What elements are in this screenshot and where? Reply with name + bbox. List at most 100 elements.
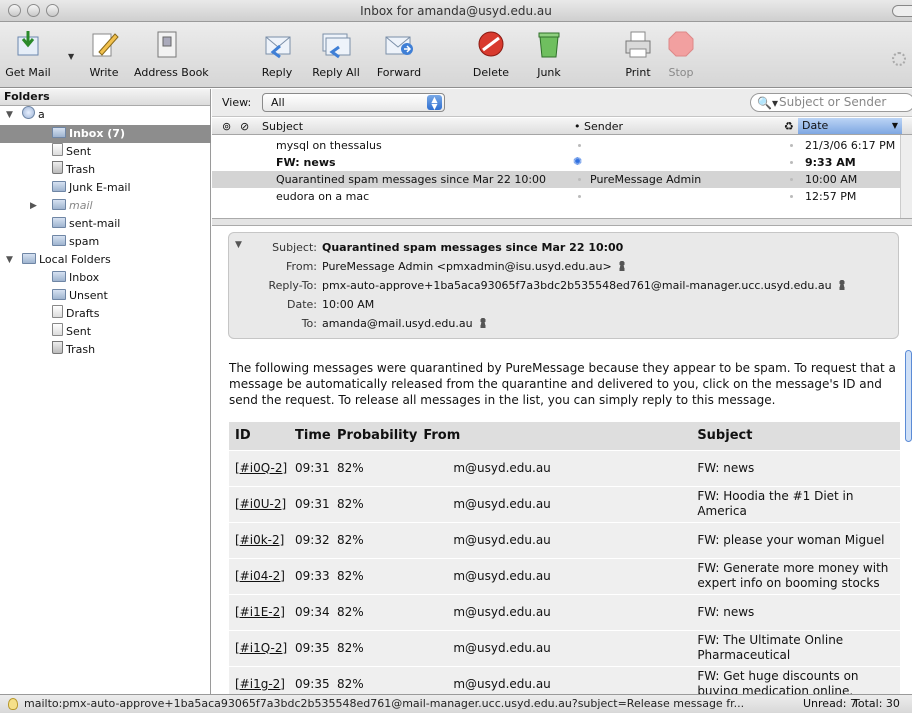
message-row[interactable]: FW: news ✺ 9:33 AM [212, 154, 912, 171]
contact-icon[interactable] [478, 318, 487, 328]
junk-icon [538, 32, 560, 58]
release-link[interactable]: [#i1Q-2] [229, 629, 289, 666]
disclosure-open-icon[interactable]: ▼ [6, 106, 13, 124]
junk-button[interactable]: Junk [530, 28, 568, 79]
print-button[interactable]: Print [620, 28, 656, 79]
print-icon [625, 31, 651, 58]
message-header-pane: ▼ Subject: Quarantined spam messages sin… [228, 232, 899, 339]
quarantine-table: ID Time Probability From Subject [#i0Q-2… [229, 422, 900, 702]
view-label: View: [222, 96, 252, 109]
search-icon[interactable]: 🔍▾ [757, 95, 778, 112]
disclosure-closed-icon[interactable]: ▶ [30, 197, 37, 215]
account-icon [22, 106, 35, 119]
folder-local-trash[interactable]: Trash [52, 341, 95, 359]
stop-icon [668, 31, 694, 57]
reply-button[interactable]: Reply [256, 28, 298, 79]
reply-icon [265, 36, 291, 59]
unsent-icon [52, 289, 66, 300]
table-row: [#i0U-2] 09:31 82% m@usyd.edu.au FW: Hoo… [229, 485, 900, 522]
folder-icon [52, 217, 66, 228]
search-input[interactable]: 🔍▾ Subject or Sender [750, 93, 912, 112]
status-bar: mailto:pmx-auto-approve+1ba5aca93065f7a3… [0, 694, 912, 713]
folder-local-sent[interactable]: Sent [52, 323, 91, 341]
folder-sent-mail[interactable]: sent-mail [52, 215, 120, 233]
folder-sent[interactable]: Sent [52, 143, 91, 161]
folder-pane: Folders ▼ a Inbox (7) Sent Trash Junk E-… [0, 89, 211, 694]
unread-star-icon[interactable]: ✺ [573, 156, 583, 167]
reply-all-button[interactable]: Reply All [310, 28, 362, 79]
release-link[interactable]: [#i1E-2] [229, 593, 289, 630]
view-bar: View: All ▲ ▼ 🔍▾ Subject or Sender [212, 89, 912, 117]
toolbar: Get Mail ▼ Write Address Book Reply Repl… [0, 22, 912, 88]
folder-mail[interactable]: ▶ mail [0, 197, 211, 215]
message-list: ⊚ ⊘ Subject • Sender ♻ Date ▼ mysql on th… [212, 118, 912, 218]
address-book-icon [157, 31, 177, 58]
reply-all-icon [322, 33, 351, 59]
folder-local-drafts[interactable]: Drafts [52, 305, 99, 323]
message-body-intro: The following messages were quarantined … [229, 361, 896, 407]
contact-icon[interactable] [617, 261, 626, 271]
list-column-headers: ⊚ ⊘ Subject • Sender ♻ Date ▼ [212, 118, 912, 135]
inbox-icon [52, 127, 66, 138]
release-link[interactable]: [#i04-2] [229, 557, 289, 594]
window-title: Inbox for amanda@usyd.edu.au [360, 4, 552, 18]
table-row: [#i0k-2] 09:32 82% m@usyd.edu.au FW: ple… [229, 521, 900, 558]
address-book-button[interactable]: Address Book [134, 28, 209, 79]
folder-local-inbox[interactable]: Inbox [52, 269, 99, 287]
folder-local-unsent[interactable]: Unsent [52, 287, 108, 305]
local-folders-icon [22, 253, 36, 264]
message-list-scrollbar[interactable] [900, 135, 912, 218]
view-select[interactable]: All ▲ ▼ [262, 93, 445, 112]
drafts-icon [52, 305, 63, 318]
get-mail-dropdown-icon[interactable]: ▼ [68, 52, 74, 61]
delete-button[interactable]: Delete [472, 28, 510, 79]
date-column-header[interactable]: Date ▼ [798, 118, 902, 134]
sent-folder-icon [52, 143, 63, 156]
folder-icon [52, 199, 66, 210]
select-arrows-icon: ▲ ▼ [427, 95, 442, 111]
folder-account[interactable]: ▼ a [0, 106, 211, 124]
table-row: [#i1Q-2] 09:35 82% m@usyd.edu.au FW: The… [229, 629, 900, 666]
activity-spinner-icon [892, 52, 906, 66]
unread-count: Unread: 7 [803, 697, 857, 710]
title-bar: Inbox for amanda@usyd.edu.au [0, 0, 912, 22]
total-count: Total: 30 [853, 697, 900, 710]
message-body-scrollbar[interactable] [905, 350, 912, 442]
folder-local[interactable]: ▼ Local Folders [0, 251, 211, 269]
folder-trash[interactable]: Trash [52, 161, 95, 179]
thread-column-icon[interactable]: ⊚ [222, 120, 231, 133]
folder-junk[interactable]: Junk E-mail [52, 179, 131, 197]
get-mail-icon [17, 31, 39, 56]
status-link-url: mailto:pmx-auto-approve+1ba5aca93065f7a3… [24, 697, 745, 710]
delete-icon [478, 31, 504, 57]
get-mail-button[interactable]: Get Mail [4, 28, 52, 79]
message-row-selected[interactable]: Quarantined spam messages since Mar 22 1… [212, 171, 912, 188]
attachment-column-icon[interactable]: ⊘ [240, 120, 249, 133]
folders-header: Folders [0, 89, 210, 106]
junk-status-column-icon[interactable]: ♻ [784, 120, 794, 133]
release-link[interactable]: [#i0U-2] [229, 485, 289, 522]
stop-button[interactable]: Stop [664, 28, 698, 79]
forward-button[interactable]: Forward [374, 28, 424, 79]
message-row[interactable]: mysql on thessalus 21/3/06 6:17 PM [212, 137, 912, 154]
table-header-row: ID Time Probability From Subject [229, 422, 900, 450]
message-row[interactable]: eudora on a mac 12:57 PM [212, 188, 912, 205]
security-status-icon[interactable] [8, 698, 18, 710]
release-link[interactable]: [#i0k-2] [229, 521, 289, 558]
contact-icon[interactable] [837, 280, 846, 290]
disclosure-open-icon[interactable]: ▼ [6, 251, 13, 269]
sort-descending-icon: ▼ [891, 121, 898, 130]
trash-icon [52, 341, 63, 354]
table-row: [#i04-2] 09:33 82% m@usyd.edu.au FW: Gen… [229, 557, 900, 594]
junk-folder-icon [52, 181, 66, 192]
folder-inbox[interactable]: Inbox (7) [0, 125, 211, 143]
write-button[interactable]: Write [84, 28, 124, 79]
forward-icon [385, 36, 413, 55]
pane-splitter[interactable] [212, 218, 912, 226]
release-link[interactable]: [#i0Q-2] [229, 449, 289, 486]
sent-folder-icon [52, 323, 63, 336]
sender-column-header[interactable]: • Sender [574, 120, 623, 133]
toolbar-toggle-button[interactable] [892, 5, 912, 17]
subject-column-header[interactable]: Subject [262, 120, 303, 133]
folder-spam[interactable]: spam [52, 233, 99, 251]
